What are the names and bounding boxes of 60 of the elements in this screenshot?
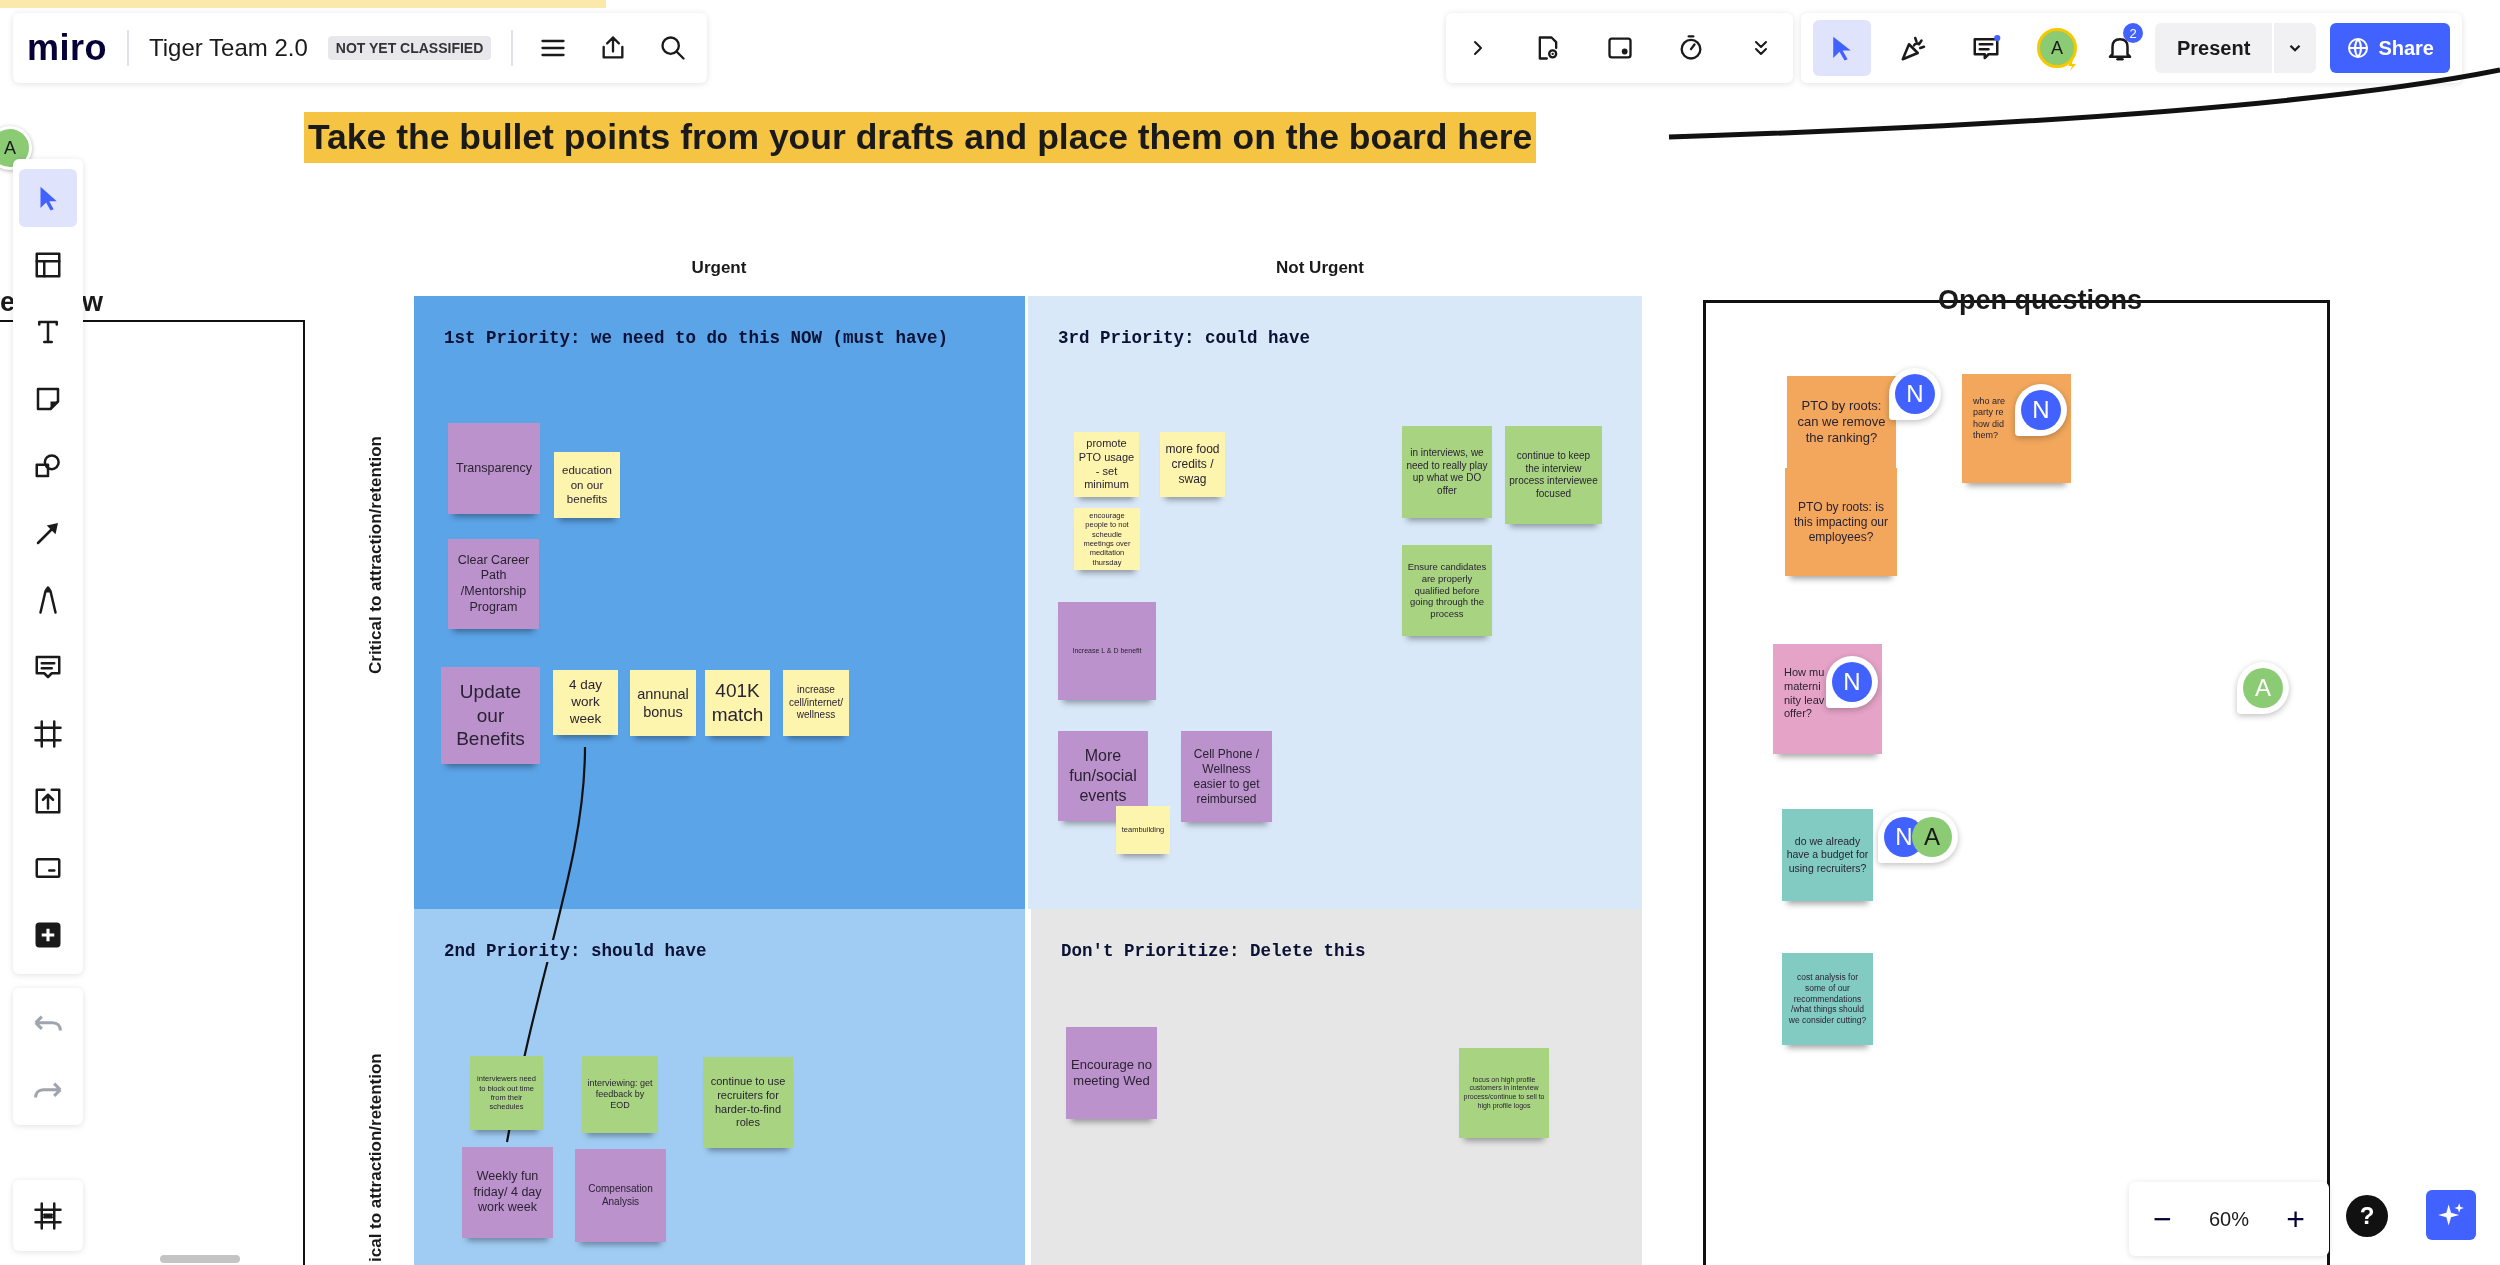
sticky-note: in interviews, we need to really play up what we DO offer: [1402, 426, 1492, 518]
row-label: ical to attraction/retention: [365, 1053, 386, 1262]
sticky-note: Ensure candidates are properly qualified before going through the process: [1402, 545, 1492, 636]
sticky-note: More fun/social events: [1058, 731, 1148, 821]
sticky-note: Clear Career Path /Mentorship Program: [448, 539, 539, 629]
frame-icon: [33, 719, 63, 749]
help-button[interactable]: ?: [2346, 1195, 2388, 1237]
sticky-note: Transparency: [448, 423, 540, 514]
frame-title: e: [0, 286, 16, 318]
column-label: Urgent: [690, 257, 748, 279]
sticky-note: annunal bonus: [630, 670, 696, 736]
user-avatar[interactable]: A: [2037, 28, 2077, 68]
notification-count: 2: [2123, 23, 2143, 43]
frame-title: w: [82, 286, 103, 318]
upload-icon: [33, 786, 63, 816]
sticky-note: increase cell/internet/wellness: [783, 670, 849, 736]
sticky-note: 4 day work week: [553, 670, 618, 735]
sticky-note: cost analysis for some of our recommendations /what things should we consider cutting?: [1782, 953, 1873, 1045]
quadrant-title: 1st Priority: we need to do this NOW (must have): [444, 327, 949, 349]
sticky-note: Update our Benefits: [441, 667, 540, 764]
select-tool[interactable]: [1813, 20, 1871, 76]
sticky-note: PTO by roots: can we remove the ranking?: [1787, 376, 1896, 468]
lightning-icon: [2066, 59, 2078, 71]
row-label: Critical to attraction/retention: [365, 435, 386, 676]
sticky-note: continue to use recruiters for harder-to-find roles: [703, 1057, 793, 1148]
undo-icon: [34, 1014, 62, 1032]
sticky-note: Compensation Analysis: [575, 1149, 666, 1242]
sticky-note: more food credits / swag: [1160, 432, 1225, 497]
layout-icon: [33, 250, 63, 280]
classification-badge[interactable]: NOT YET CLASSIFIED: [327, 36, 492, 60]
sticky-note: do we already have a budget for using recruiters?: [1782, 809, 1873, 901]
zoom-in-button[interactable]: +: [2280, 1200, 2311, 1238]
board-title[interactable]: Tiger Team 2.0: [149, 34, 308, 62]
sticky-note: Weekly fun friday/ 4 day work week: [462, 1147, 553, 1238]
plus-icon: [33, 920, 63, 950]
sticky-note: Encourage no meeting Wed: [1066, 1027, 1157, 1119]
sticky-note: promote PTO usage - set minimum: [1074, 432, 1139, 497]
sticky-note: Cell Phone / Wellness easier to get reimbursed: [1181, 731, 1272, 822]
zoom-out-button[interactable]: −: [2147, 1200, 2178, 1238]
sticky-note: interviewing: get feedback by EOD: [582, 1056, 658, 1133]
quadrant-title: 3rd Priority: could have: [1058, 327, 1311, 349]
comment-pin[interactable]: N A: [1878, 811, 1958, 863]
sticky-note: PTO by roots: is this impacting our employees?: [1785, 468, 1897, 576]
zoom-level: 60%: [2209, 1207, 2249, 1231]
globe-icon: [2346, 36, 2371, 60]
instruction-banner: Take the bullet points from your drafts and place them on the board here: [304, 112, 1537, 163]
select-tool[interactable]: [19, 169, 77, 227]
redo-icon: [34, 1081, 62, 1099]
share-button[interactable]: Share: [2330, 23, 2450, 73]
search-icon: [659, 34, 688, 62]
logo[interactable]: miro: [27, 27, 107, 69]
sticky-note: continue to keep the interview process interviewee focused: [1505, 426, 1602, 524]
frame-icon: [33, 1200, 63, 1231]
sticky-note: education on our benefits: [554, 452, 620, 518]
quadrant-title: 2nd Priority: should have: [444, 940, 707, 962]
scrollbar[interactable]: [160, 1255, 240, 1263]
column-label: Not Urgent: [1275, 257, 1365, 279]
comment-pin[interactable]: N: [1889, 368, 1941, 420]
sticky-note: 401K match: [705, 670, 770, 736]
assistant-button[interactable]: [2426, 1190, 2476, 1240]
